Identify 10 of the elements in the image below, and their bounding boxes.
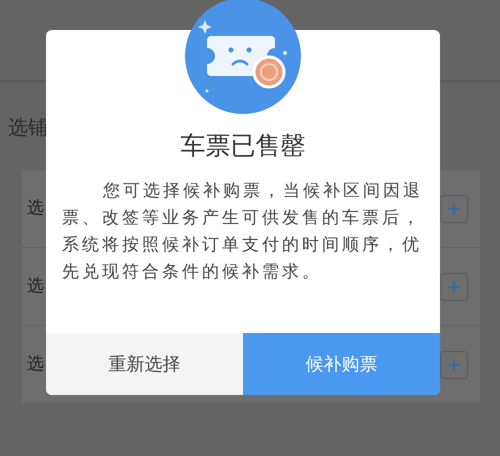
plus-icon [448,280,460,292]
row-label: 选 [27,352,44,376]
row-label: 选 [27,274,44,298]
row-label: 选 [27,196,44,220]
plus-icon [448,202,460,214]
section-heading: 选铺 [8,114,49,141]
dialog-title: 车票已售罄 [180,130,306,162]
dialog-message: 您可选择候补购票，当候补区间因退票、改签等业务产生可供发售的车票后，系统将按照候补订单支付的时间顺序，优先兑现符合条件的候补需求。 [62,180,424,284]
secondary-button[interactable]: 重新选择 [46,333,243,395]
plus-icon [448,358,460,370]
